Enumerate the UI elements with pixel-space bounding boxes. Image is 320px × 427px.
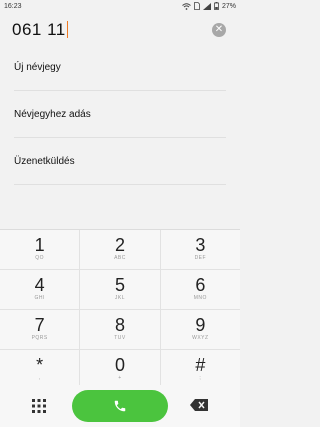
key-letters: + — [118, 375, 122, 381]
key-star[interactable]: *, — [0, 350, 81, 389]
key-digit: 7 — [34, 315, 45, 335]
key-digit: 0 — [114, 355, 125, 375]
new-contact-label: Új névjegy — [14, 61, 61, 73]
key-3[interactable]: 3 DEF — [161, 230, 240, 269]
key-digit: 8 — [114, 315, 125, 335]
key-digit: * — [36, 355, 44, 375]
key-digit: 1 — [34, 235, 45, 255]
key-4[interactable]: 4 GHI — [0, 270, 81, 309]
wifi-icon — [182, 2, 191, 10]
battery-icon — [214, 2, 219, 10]
key-digit: 4 — [34, 275, 45, 295]
key-digit: 3 — [195, 235, 206, 255]
sim-icon — [194, 2, 200, 10]
add-to-contact-action[interactable]: Névjegyhez adás — [14, 91, 226, 138]
key-digit: 6 — [195, 275, 206, 295]
key-letters: GHI — [34, 295, 45, 301]
dialed-number-text: 061 11 — [12, 20, 66, 39]
key-letters: , — [38, 375, 41, 381]
key-hash[interactable]: #; — [161, 350, 240, 389]
key-digit: 5 — [114, 275, 125, 295]
key-letters: PQRS — [31, 335, 48, 341]
key-letters: QO — [35, 255, 45, 261]
keypad-row: *, 0 + #; — [0, 350, 240, 389]
key-1[interactable]: 1 QO — [0, 230, 81, 269]
key-2[interactable]: 2 ABC — [80, 230, 161, 269]
dialpad-icon[interactable] — [32, 399, 46, 413]
backspace-icon[interactable] — [190, 399, 208, 411]
add-to-contact-label: Névjegyhez adás — [14, 108, 91, 120]
keypad-row: 7 PQRS 8 TUV 9 WXYZ — [0, 310, 240, 350]
number-row: 061 11 ✕ — [0, 18, 240, 46]
key-0[interactable]: 0 + — [80, 350, 161, 389]
keypad: 1 QO 2 ABC 3 DEF 4 GHI 5 JKL 6 MNO 7 PQRS 8 TUV … — [0, 229, 240, 389]
key-letters: MNO — [193, 295, 207, 301]
phone-icon — [114, 400, 126, 412]
key-letters: DEF — [194, 255, 207, 261]
key-5[interactable]: 5 JKL — [80, 270, 161, 309]
keypad-row: 1 QO 2 ABC 3 DEF — [0, 230, 240, 270]
text-caret — [66, 21, 68, 38]
dialer-actions: Új névjegy Névjegyhez adás Üzenetküldés — [0, 44, 240, 185]
key-letters: ; — [199, 375, 202, 381]
status-time: 16:23 — [4, 3, 22, 10]
status-bar: 16:23 27% — [0, 0, 240, 14]
key-letters: WXYZ — [192, 335, 209, 341]
keypad-row: 4 GHI 5 JKL 6 MNO — [0, 270, 240, 310]
send-message-label: Üzenetküldés — [14, 155, 75, 167]
key-letters: TUV — [114, 335, 126, 341]
key-8[interactable]: 8 TUV — [80, 310, 161, 349]
key-letters: JKL — [114, 295, 126, 301]
key-digit: 2 — [114, 235, 125, 255]
key-letters: ABC — [114, 255, 126, 261]
battery-percent: 27% — [221, 2, 236, 10]
dialed-number-field[interactable]: 061 11 — [12, 20, 68, 40]
clear-icon[interactable]: ✕ — [212, 23, 226, 37]
new-contact-action[interactable]: Új névjegy — [14, 44, 226, 91]
key-digit: # — [195, 355, 206, 375]
key-6[interactable]: 6 MNO — [161, 270, 240, 309]
key-7[interactable]: 7 PQRS — [0, 310, 81, 349]
signal-icon — [202, 2, 211, 10]
bottom-bar — [0, 385, 240, 427]
key-9[interactable]: 9 WXYZ — [161, 310, 240, 349]
call-button[interactable] — [72, 390, 168, 422]
send-message-action[interactable]: Üzenetküldés — [14, 138, 226, 185]
key-digit: 9 — [195, 315, 206, 335]
